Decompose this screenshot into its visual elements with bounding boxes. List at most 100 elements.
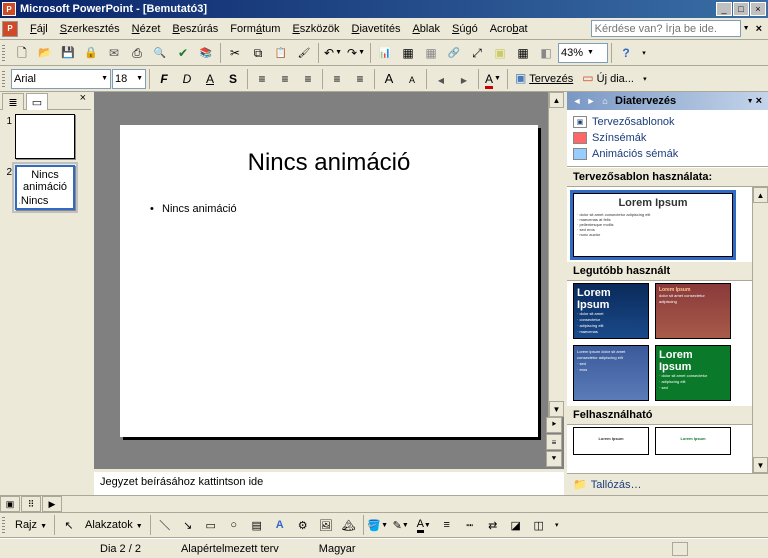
slideshow-view-button[interactable]: ▶ <box>42 496 62 512</box>
show-formatting-button[interactable] <box>489 42 511 64</box>
scroll-down-button[interactable]: ▼ <box>753 457 768 473</box>
normal-view-button[interactable]: ▣ <box>0 496 20 512</box>
slides-tab[interactable]: ▭ <box>26 93 48 110</box>
menu-help[interactable]: Súgó <box>446 21 484 37</box>
shrink-font-button[interactable] <box>401 68 423 90</box>
oval-button[interactable]: ○ <box>223 514 245 536</box>
permission-button[interactable] <box>80 42 102 64</box>
decrease-indent-button[interactable] <box>430 68 452 90</box>
close-button[interactable]: × <box>750 2 766 16</box>
fill-color-button[interactable]: 🪣▼ <box>367 514 389 536</box>
design-link[interactable]: Tervezés <box>511 72 577 85</box>
taskpane-home-button[interactable]: ⌂ <box>599 95 611 107</box>
template-thumb[interactable]: Lorem Ipsum <box>573 427 649 455</box>
menu-view[interactable]: Nézet <box>126 21 167 37</box>
color-schemes-link[interactable]: Színsémák <box>573 130 762 146</box>
align-right-button[interactable] <box>297 68 319 90</box>
table-button[interactable] <box>397 42 419 64</box>
help-search-dropdown-icon[interactable]: ▼ <box>741 25 752 32</box>
print-button[interactable] <box>126 42 148 64</box>
arrow-button[interactable]: ↘ <box>177 514 199 536</box>
grow-font-button[interactable] <box>378 68 400 90</box>
prev-slide-button-dbl[interactable]: ≡ <box>546 434 562 450</box>
status-icon[interactable] <box>672 542 688 556</box>
menu-format[interactable]: Formátum <box>224 21 286 37</box>
select-button[interactable]: ↖ <box>58 514 80 536</box>
zoom-dropdown[interactable]: 43% ▼ <box>558 43 608 63</box>
arrow-style-button[interactable]: ⇄ <box>482 514 504 536</box>
slide-thumbnail[interactable]: Nincs animáció • Nincs animáció <box>15 165 75 210</box>
research-button[interactable] <box>195 42 217 64</box>
menu-slideshow[interactable]: Diavetítés <box>346 21 407 37</box>
taskpane-forward-button[interactable]: ► <box>585 95 597 107</box>
sorter-view-button[interactable]: ⠿ <box>21 496 41 512</box>
picture-button[interactable]: 🏔 <box>338 514 360 536</box>
autoshapes-menu[interactable]: Alakzatok ▼ <box>81 519 147 531</box>
taskpane-close-button[interactable]: × <box>754 95 764 107</box>
shadow-button[interactable]: ◪ <box>505 514 527 536</box>
preview-button[interactable] <box>149 42 171 64</box>
help-search-input[interactable] <box>591 20 741 37</box>
underline-button[interactable] <box>199 68 221 90</box>
menu-acrobat[interactable]: Acrobat <box>484 21 534 37</box>
spell-button[interactable] <box>172 42 194 64</box>
shadow-button[interactable] <box>222 68 244 90</box>
editor-vscrollbar[interactable]: ▲ ▼ <box>548 92 564 417</box>
textbox-button[interactable]: ▤ <box>246 514 268 536</box>
toolbar-grip[interactable] <box>2 514 8 536</box>
grid-button[interactable]: ▦ <box>512 42 534 64</box>
cut-button[interactable] <box>224 42 246 64</box>
slide-page[interactable]: Nincs animáció •Nincs animáció <box>120 125 538 437</box>
align-left-button[interactable] <box>251 68 273 90</box>
design-templates-link[interactable]: ▣Tervezősablonok <box>573 114 762 130</box>
menu-file[interactable]: Fájl <box>24 21 54 37</box>
numbered-list-button[interactable] <box>326 68 348 90</box>
toolbar-grip[interactable] <box>2 68 8 90</box>
help-button[interactable] <box>615 42 637 64</box>
slide-body[interactable]: •Nincs animáció <box>150 199 508 216</box>
color-button[interactable] <box>535 42 557 64</box>
toolbar-grip[interactable] <box>2 42 8 64</box>
diagram-button[interactable]: ⚙ <box>292 514 314 536</box>
toolbar-options-button[interactable]: ▾ <box>551 514 563 536</box>
prev-slide-button[interactable]: ⯈ <box>546 417 562 433</box>
doc-icon[interactable]: P <box>2 21 18 37</box>
toolbar-options-button[interactable]: ▾ <box>639 68 651 90</box>
minimize-button[interactable]: _ <box>716 2 732 16</box>
align-center-button[interactable] <box>274 68 296 90</box>
clipart-button[interactable]: 🖼 <box>315 514 337 536</box>
editor-canvas[interactable]: Nincs animáció •Nincs animáció ▲ ▼ ⯈ ≡ ⯆ <box>94 92 564 469</box>
slides-list[interactable]: 1 2 Nincs animáció • Nincs animáció <box>0 110 91 495</box>
new-slide-link[interactable]: Új dia... <box>578 72 638 85</box>
doc-close-button[interactable]: × <box>752 23 766 35</box>
redo-button[interactable]: ▼ <box>345 42 367 64</box>
line-button[interactable]: ＼ <box>154 514 176 536</box>
line-color-button[interactable]: ✎▼ <box>390 514 412 536</box>
chart-button[interactable] <box>374 42 396 64</box>
template-thumb[interactable]: Lorem Ipsumdolor sit amet consecteturadi… <box>655 283 731 339</box>
font-color-button[interactable]: A▼ <box>413 514 435 536</box>
wordart-button[interactable]: A <box>269 514 291 536</box>
scroll-up-button[interactable]: ▲ <box>549 92 564 108</box>
taskpane-back-button[interactable]: ◄ <box>571 95 583 107</box>
hyperlink-button[interactable] <box>443 42 465 64</box>
mail-button[interactable] <box>103 42 125 64</box>
slides-panel-close[interactable]: × <box>77 92 89 109</box>
slide-title[interactable]: Nincs animáció <box>150 149 508 177</box>
outline-tab[interactable]: ≣ <box>2 93 24 110</box>
template-thumb[interactable]: Lorem Ipsum· dolor sit amet· consectetur… <box>573 283 649 339</box>
menu-edit[interactable]: Szerkesztés <box>54 21 126 37</box>
copy-button[interactable] <box>247 42 269 64</box>
next-slide-button[interactable]: ⯆ <box>546 451 562 467</box>
browse-link[interactable]: 📁 Tallózás… <box>567 473 768 495</box>
animation-schemes-link[interactable]: Animációs sémák <box>573 146 762 162</box>
paste-button[interactable] <box>270 42 292 64</box>
slide-thumbnail[interactable] <box>15 114 75 159</box>
expand-button[interactable] <box>466 42 488 64</box>
open-button[interactable] <box>34 42 56 64</box>
new-button[interactable] <box>11 42 33 64</box>
undo-button[interactable]: ▼ <box>322 42 344 64</box>
menu-window[interactable]: Ablak <box>406 21 446 37</box>
italic-button[interactable] <box>176 68 198 90</box>
toolbar-options-button[interactable]: ▾ <box>638 42 650 64</box>
